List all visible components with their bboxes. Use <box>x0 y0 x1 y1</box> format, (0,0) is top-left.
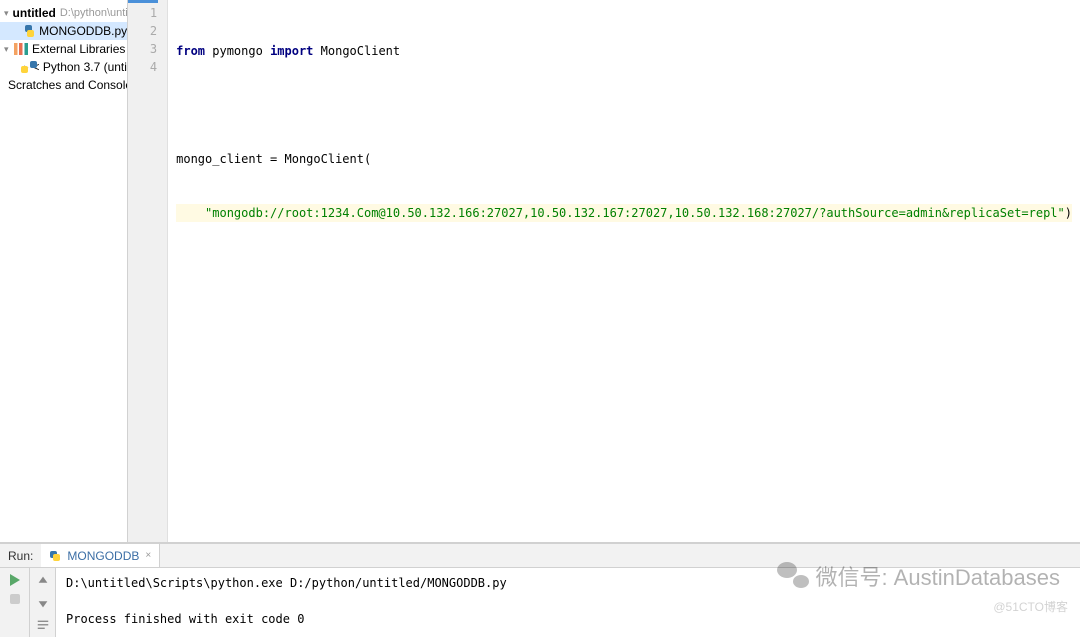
line-number: 1 <box>128 6 167 24</box>
chevron-down-icon[interactable]: ▾ <box>4 44 14 55</box>
run-tab[interactable]: MONGODDB × <box>41 544 160 567</box>
up-icon[interactable] <box>36 574 50 588</box>
stop-icon[interactable] <box>10 594 20 604</box>
watermark: 微信号: AustinDatabases <box>777 560 1060 592</box>
python-file-icon <box>49 550 61 562</box>
code-line-4[interactable]: "mongodb://root:1234.Com@10.50.132.166:2… <box>176 204 1072 222</box>
down-icon[interactable] <box>36 596 50 610</box>
watermark2: @51CTO博客 <box>993 598 1068 615</box>
python-interpreter[interactable]: ▸ < Python 3.7 (untitled) > D:\untitled <box>0 58 127 76</box>
console-line <box>66 592 1070 610</box>
python-node-label: < Python 3.7 (untitled) > <box>33 60 129 74</box>
scratches-consoles[interactable]: Scratches and Consoles <box>0 76 127 94</box>
file-name: MONGODDB.py <box>39 24 127 38</box>
project-path: D:\python\untitled <box>60 7 128 19</box>
line-number: 4 <box>128 60 167 78</box>
code-line-2[interactable] <box>176 96 1072 114</box>
watermark-text: 微信号: AustinDatabases <box>815 560 1060 592</box>
close-icon[interactable]: × <box>145 550 151 561</box>
editor[interactable]: 1 2 3 4 from pymongo import MongoClient … <box>128 0 1080 542</box>
editor-top-accent <box>128 0 158 3</box>
external-libs-label: External Libraries <box>32 42 125 56</box>
python-file-icon <box>24 24 35 38</box>
project-sidebar[interactable]: ▾ untitled D:\python\untitled MONGODDB.p… <box>0 0 128 542</box>
project-name: untitled <box>13 6 56 20</box>
wrap-icon[interactable] <box>36 618 50 632</box>
code-line-1[interactable]: from pymongo import MongoClient <box>176 42 1072 60</box>
project-root[interactable]: ▾ untitled D:\python\untitled <box>0 4 127 22</box>
run-toolbar-left <box>0 568 30 637</box>
line-number: 3 <box>128 42 167 60</box>
run-toolbar-right <box>30 568 56 637</box>
chevron-down-icon[interactable]: ▾ <box>4 8 9 19</box>
gutter: 1 2 3 4 <box>128 0 168 542</box>
code-line-3[interactable]: mongo_client = MongoClient( <box>176 150 1072 168</box>
project-file[interactable]: MONGODDB.py <box>0 22 127 40</box>
console-line: Process finished with exit code 0 <box>66 610 1070 628</box>
code-content[interactable]: from pymongo import MongoClient mongo_cl… <box>168 0 1080 542</box>
run-label: Run: <box>0 549 41 563</box>
run-tab-name: MONGODDB <box>67 549 139 563</box>
line-number: 2 <box>128 24 167 42</box>
scratches-label: Scratches and Consoles <box>8 78 128 92</box>
libraries-icon <box>14 43 28 55</box>
wechat-icon <box>777 562 809 590</box>
rerun-icon[interactable] <box>10 574 20 586</box>
external-libraries[interactable]: ▾ External Libraries <box>0 40 127 58</box>
